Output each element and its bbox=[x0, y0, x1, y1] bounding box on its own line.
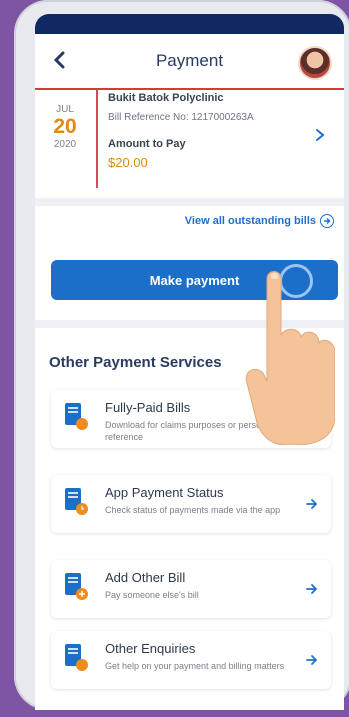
service-name: Other Enquiries bbox=[105, 641, 196, 656]
bill-reference: Bill Reference No: 1217000263A bbox=[108, 112, 254, 123]
status-bar bbox=[35, 14, 344, 34]
outstanding-bill-card[interactable]: JUL 20 2020 Bukit Batok Polyclinic Bill … bbox=[35, 90, 344, 200]
avatar[interactable] bbox=[298, 46, 332, 80]
document-clock-icon bbox=[63, 487, 89, 517]
service-name: Fully-Paid Bills bbox=[105, 400, 191, 415]
circle-arrow-right-icon bbox=[320, 214, 334, 228]
service-add-other-bill[interactable]: Add Other Bill Pay someone else's bill bbox=[51, 560, 331, 618]
service-name: Add Other Bill bbox=[105, 570, 186, 585]
other-services-title: Other Payment Services bbox=[49, 354, 222, 371]
app-header: Payment bbox=[35, 34, 344, 89]
document-add-icon bbox=[63, 572, 89, 602]
view-all-label: View all outstanding bills bbox=[184, 215, 316, 227]
section-separator bbox=[35, 198, 344, 206]
arrow-right-icon[interactable] bbox=[305, 653, 319, 667]
bill-year: 2020 bbox=[53, 139, 77, 150]
amount-value: $20.00 bbox=[108, 155, 148, 170]
bill-date: JUL 20 2020 bbox=[45, 104, 85, 150]
clinic-name: Bukit Batok Polyclinic bbox=[108, 92, 224, 104]
service-other-enquiries[interactable]: Other Enquiries Get help on your payment… bbox=[51, 631, 331, 689]
service-description: Check status of payments made via the ap… bbox=[105, 505, 281, 515]
amount-label: Amount to Pay bbox=[108, 138, 186, 150]
arrow-right-icon[interactable] bbox=[305, 582, 319, 596]
pointing-hand-icon bbox=[245, 265, 336, 446]
document-question-icon bbox=[63, 643, 89, 673]
document-icon bbox=[63, 402, 89, 432]
arrow-right-icon[interactable] bbox=[305, 497, 319, 511]
bill-day: 20 bbox=[53, 115, 77, 138]
service-name: App Payment Status bbox=[105, 485, 224, 500]
service-description: Get help on your payment and billing mat… bbox=[105, 661, 285, 671]
service-description: Pay someone else's bill bbox=[105, 590, 199, 600]
chevron-right-icon[interactable] bbox=[312, 127, 328, 143]
view-all-bills-link[interactable]: View all outstanding bills bbox=[185, 214, 334, 228]
bill-divider bbox=[96, 90, 98, 188]
bill-month: JUL bbox=[56, 104, 74, 115]
service-app-payment-status[interactable]: App Payment Status Check status of payme… bbox=[51, 475, 331, 533]
